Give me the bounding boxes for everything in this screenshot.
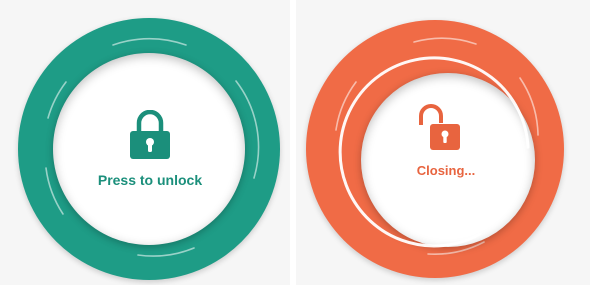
- lock-open-icon: [419, 104, 460, 150]
- lock-closed-icon: [130, 110, 170, 159]
- press-to-unlock-label: Press to unlock: [97, 172, 203, 188]
- closing-status-label: Closing...: [416, 163, 476, 178]
